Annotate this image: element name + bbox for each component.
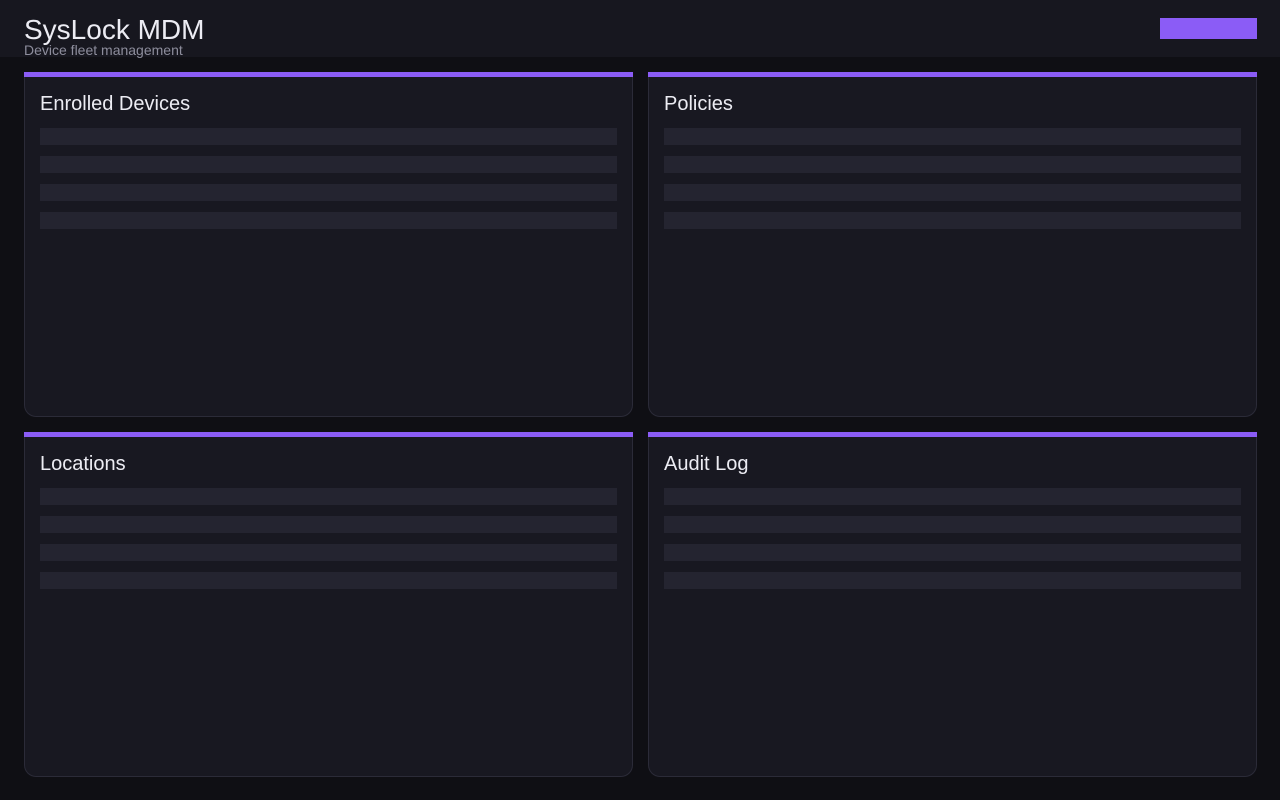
list-item-placeholder[interactable] <box>40 184 617 201</box>
list-item-placeholder[interactable] <box>664 128 1241 145</box>
list-item-placeholder[interactable] <box>40 516 617 533</box>
panel-accent-bar <box>24 432 633 437</box>
panel-title: Policies <box>664 93 733 115</box>
panel-audit-log: Audit Log <box>648 432 1257 777</box>
panel-title: Audit Log <box>664 453 749 475</box>
app-subtitle: Device fleet management <box>24 42 183 58</box>
list-item-placeholder[interactable] <box>664 516 1241 533</box>
list-item-placeholder[interactable] <box>664 212 1241 229</box>
panel-accent-bar <box>648 432 1257 437</box>
panel-title: Enrolled Devices <box>40 93 191 115</box>
panel-policies: Policies <box>648 72 1257 417</box>
list-item-placeholder[interactable] <box>40 212 617 229</box>
panel-accent-bar <box>24 72 633 77</box>
list-item-placeholder[interactable] <box>664 488 1241 505</box>
list-item-placeholder[interactable] <box>664 184 1241 201</box>
list-item-placeholder[interactable] <box>664 156 1241 173</box>
panel-locations: Locations <box>24 432 633 777</box>
panel-enrolled-devices: Enrolled Devices <box>24 72 633 417</box>
list-item-placeholder[interactable] <box>40 572 617 589</box>
list-item-placeholder[interactable] <box>40 128 617 145</box>
app-header: SysLock MDM Device fleet management <box>0 0 1280 58</box>
panel-accent-bar <box>648 72 1257 77</box>
list-item-placeholder[interactable] <box>40 488 617 505</box>
panel-title: Locations <box>40 453 126 475</box>
list-item-placeholder[interactable] <box>40 544 617 561</box>
list-item-placeholder[interactable] <box>664 544 1241 561</box>
list-item-placeholder[interactable] <box>40 156 617 173</box>
header-action-button[interactable] <box>1160 18 1257 39</box>
list-item-placeholder[interactable] <box>664 572 1241 589</box>
